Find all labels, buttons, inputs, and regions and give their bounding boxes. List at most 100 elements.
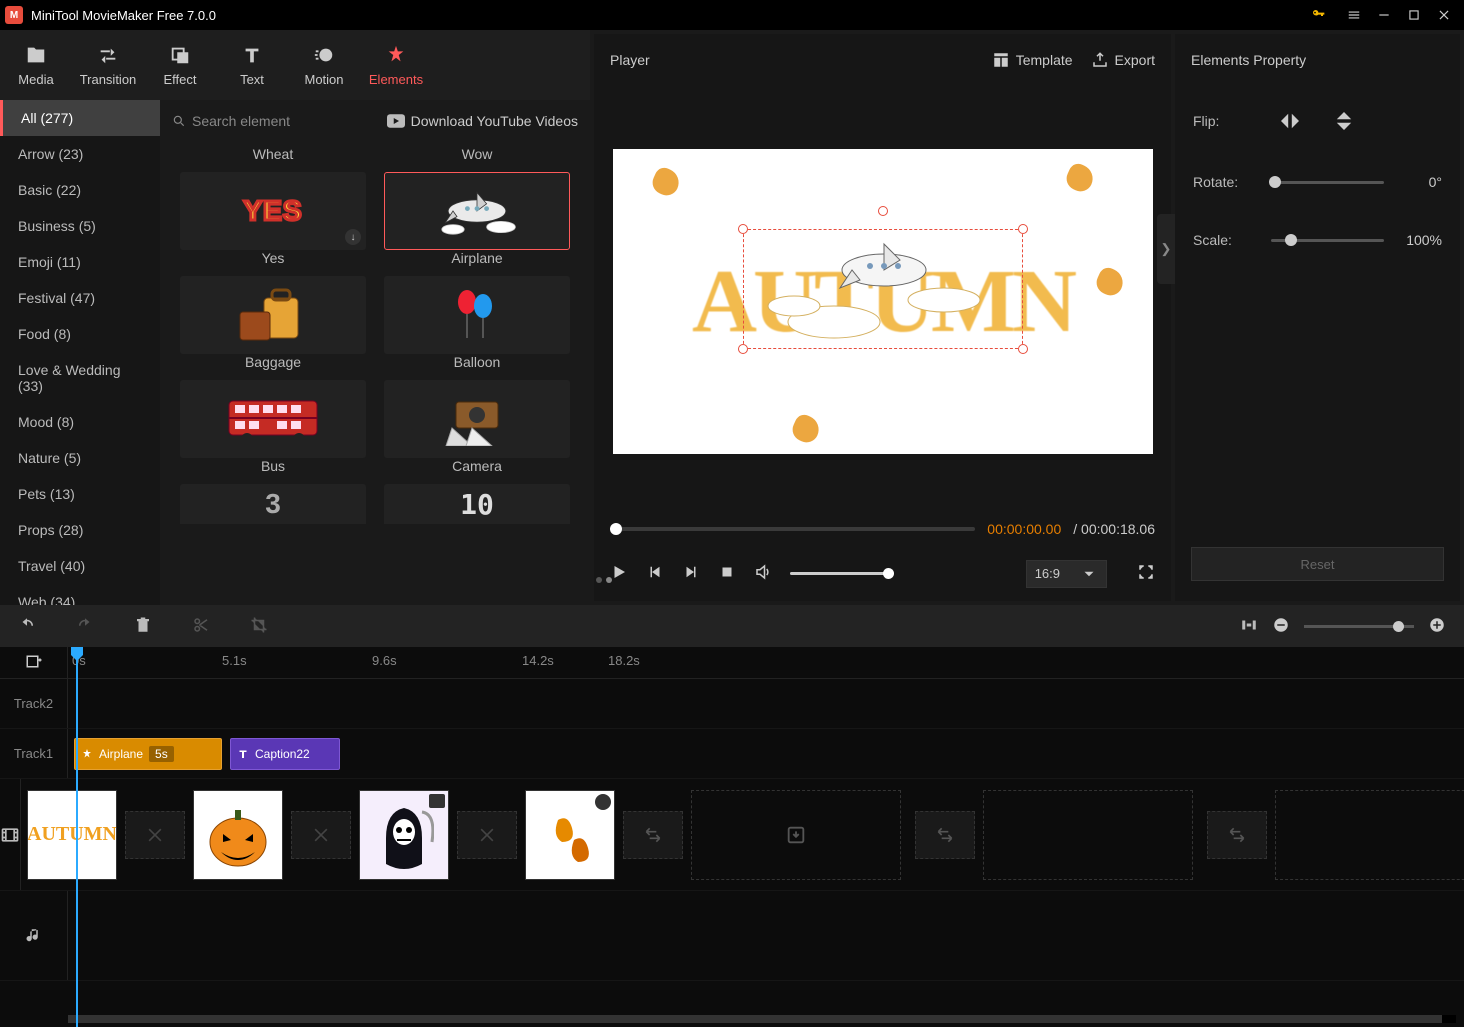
download-youtube-link[interactable]: Download YouTube Videos [387, 113, 578, 129]
transition-slot[interactable] [623, 811, 683, 859]
prev-frame-icon[interactable] [646, 563, 664, 584]
zoom-out-icon[interactable] [1272, 616, 1290, 637]
category-item[interactable]: Arrow (23) [0, 136, 160, 172]
category-item[interactable]: Pets (13) [0, 476, 160, 512]
empty-media-slot[interactable] [1275, 790, 1464, 880]
flip-label: Flip: [1193, 113, 1255, 129]
clip-caption[interactable]: Caption22 [230, 738, 340, 770]
selection-box[interactable] [743, 229, 1023, 349]
fit-timeline-icon[interactable] [1240, 616, 1258, 637]
category-item[interactable]: All (277) [0, 100, 160, 136]
element-bus[interactable] [180, 380, 366, 458]
flip-vertical-icon[interactable] [1325, 110, 1363, 132]
maximize-icon[interactable] [1399, 0, 1429, 30]
search-icon [172, 114, 186, 128]
track1-body[interactable]: Airplane 5s Caption22 [68, 729, 1464, 778]
timeline-scrollbar[interactable] [68, 1015, 1456, 1023]
rotate-label: Rotate: [1193, 174, 1255, 190]
category-item[interactable]: Food (8) [0, 316, 160, 352]
flip-horizontal-icon[interactable] [1271, 110, 1309, 132]
add-track-icon[interactable] [0, 647, 68, 678]
category-item[interactable]: Basic (22) [0, 172, 160, 208]
playhead[interactable] [76, 647, 78, 1027]
category-item[interactable]: Business (5) [0, 208, 160, 244]
next-frame-icon[interactable] [682, 563, 700, 584]
category-item[interactable]: Nature (5) [0, 440, 160, 476]
delete-icon[interactable] [134, 616, 152, 637]
rotate-slider[interactable] [1271, 181, 1384, 184]
element-label: Camera [384, 458, 570, 474]
time-ruler[interactable]: 0s 5.1s 9.6s 14.2s 18.2s [68, 647, 1464, 678]
seek-slider[interactable] [610, 527, 975, 531]
left-panel: Media Transition Effect Text Motion Elem… [0, 30, 590, 605]
category-item[interactable]: Web (34) [0, 584, 160, 605]
media-thumb-leaves[interactable] [525, 790, 615, 880]
crop-icon[interactable] [250, 616, 268, 637]
zoom-in-icon[interactable] [1428, 616, 1446, 637]
audio-track-body[interactable] [68, 891, 1464, 980]
clip-airplane[interactable]: Airplane 5s [74, 738, 222, 770]
scale-slider[interactable] [1271, 239, 1384, 242]
export-button[interactable]: Export [1091, 51, 1155, 69]
element-airplane[interactable] [384, 172, 570, 250]
rotate-value: 0° [1400, 174, 1442, 190]
transition-slot[interactable] [1207, 811, 1267, 859]
preview-canvas[interactable]: AUTUMN [613, 149, 1153, 454]
aspect-select[interactable]: 16:9 [1026, 560, 1107, 588]
close-icon[interactable] [1429, 0, 1459, 30]
reset-button[interactable]: Reset [1191, 547, 1444, 581]
element-camera[interactable] [384, 380, 570, 458]
minimize-icon[interactable] [1369, 0, 1399, 30]
media-thumb-pumpkin[interactable] [193, 790, 283, 880]
tab-motion[interactable]: Motion [288, 38, 360, 92]
category-item[interactable]: Travel (40) [0, 548, 160, 584]
video-track-body[interactable]: AUTUMN [21, 779, 1464, 890]
split-icon[interactable] [192, 616, 210, 637]
element-label: Balloon [384, 354, 570, 370]
element-balloon[interactable] [384, 276, 570, 354]
category-item[interactable]: Mood (8) [0, 404, 160, 440]
tab-effect[interactable]: Effect [144, 38, 216, 92]
tab-elements[interactable]: Elements [360, 38, 432, 92]
empty-media-slot[interactable] [691, 790, 901, 880]
transition-slot[interactable] [291, 811, 351, 859]
media-thumb-reaper[interactable] [359, 790, 449, 880]
tab-effect-label: Effect [163, 72, 196, 87]
element-label: Baggage [180, 354, 366, 370]
redo-icon[interactable] [76, 616, 94, 637]
audio-track-icon [0, 891, 68, 980]
menu-icon[interactable] [1339, 0, 1369, 30]
fullscreen-icon[interactable] [1137, 563, 1155, 584]
scale-label: Scale: [1193, 232, 1255, 248]
category-item[interactable]: Love & Wedding (33) [0, 352, 160, 404]
tab-text[interactable]: Text [216, 38, 288, 92]
transition-slot[interactable] [125, 811, 185, 859]
template-button[interactable]: Template [992, 51, 1073, 69]
element-countdown-a[interactable]: 3 [180, 484, 366, 524]
element-countdown-b[interactable]: 10 [384, 484, 570, 524]
download-icon[interactable]: ↓ [345, 229, 361, 245]
time-current: 00:00:00.00 [987, 521, 1061, 537]
volume-slider[interactable] [790, 572, 890, 575]
element-yes[interactable]: YES ↓ [180, 172, 366, 250]
transition-slot[interactable] [915, 811, 975, 859]
premium-key-icon[interactable] [1311, 6, 1327, 25]
media-thumb-autumn[interactable]: AUTUMN [27, 790, 117, 880]
category-item[interactable]: Festival (47) [0, 280, 160, 316]
tab-media[interactable]: Media [0, 38, 72, 92]
play-icon[interactable] [610, 563, 628, 584]
transition-slot[interactable] [457, 811, 517, 859]
volume-icon[interactable] [754, 563, 772, 584]
category-item[interactable]: Props (28) [0, 512, 160, 548]
import-icon [785, 824, 807, 846]
zoom-slider[interactable] [1304, 625, 1414, 628]
stop-icon[interactable] [718, 563, 736, 584]
category-item[interactable]: Emoji (11) [0, 244, 160, 280]
panel-expand-handle[interactable]: ❯ [1157, 214, 1175, 284]
undo-icon[interactable] [18, 616, 36, 637]
empty-media-slot[interactable] [983, 790, 1193, 880]
search-input[interactable]: Search element [172, 113, 377, 129]
element-baggage[interactable] [180, 276, 366, 354]
tab-transition[interactable]: Transition [72, 38, 144, 92]
track2-body[interactable] [68, 679, 1464, 728]
